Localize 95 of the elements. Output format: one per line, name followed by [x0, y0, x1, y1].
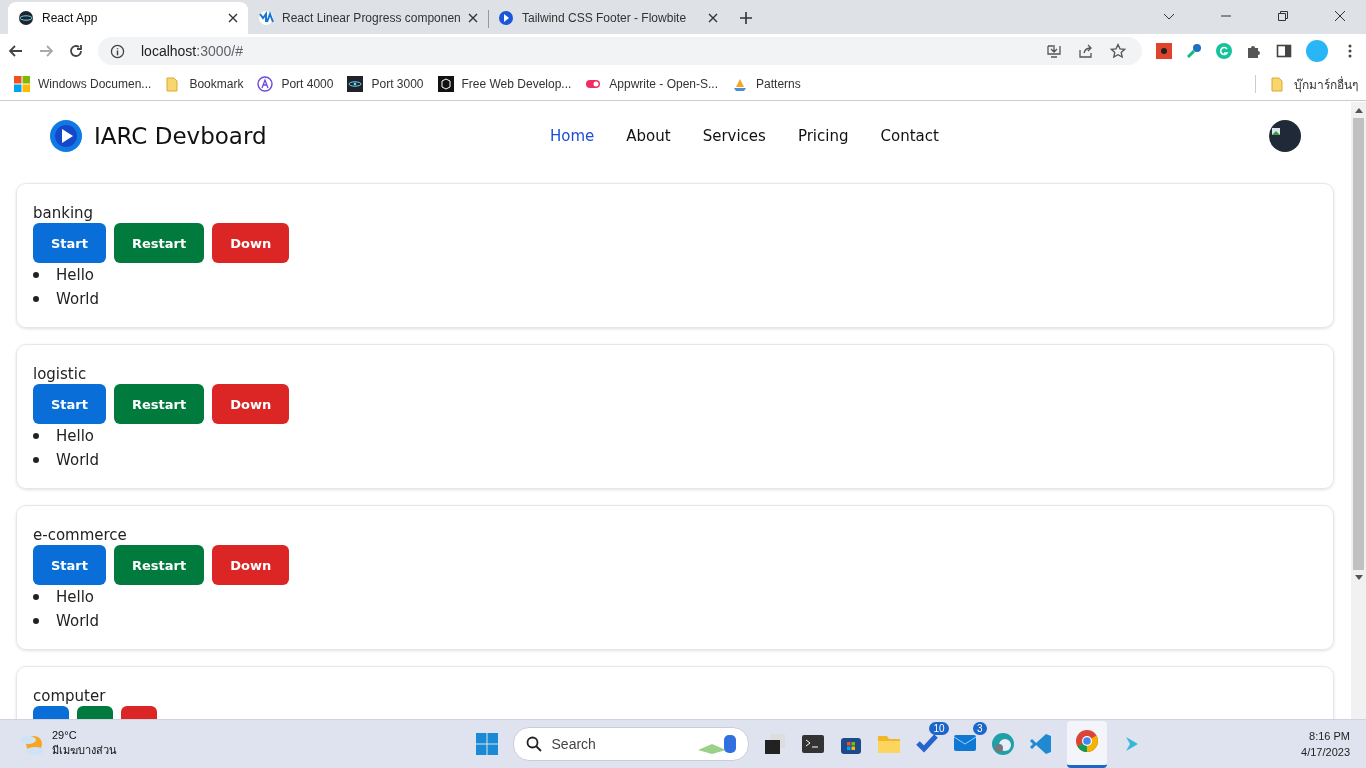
other-bookmarks-item[interactable]: บุ๊กมาร์กอื่นๆ [1270, 74, 1358, 94]
chrome-icon [1074, 728, 1099, 753]
list-item: Hello [56, 427, 95, 445]
key-icon[interactable] [1186, 43, 1202, 59]
list-item: World [56, 290, 99, 308]
bookmark-favicon-icon [347, 76, 364, 92]
notification-badge: 10 [929, 722, 949, 735]
bookmark-label: Free Web Develop... [461, 77, 572, 91]
start-button[interactable]: Start [33, 545, 106, 585]
restart-button[interactable]: Restart [114, 223, 205, 263]
bookmark-item[interactable]: Port 3000 [347, 76, 424, 92]
edge-browser-icon[interactable] [990, 732, 1015, 756]
terminal-icon[interactable] [800, 732, 825, 756]
bookmark-favicon-icon [257, 76, 274, 92]
task-view-icon[interactable] [762, 732, 787, 756]
scrollbar-thumb[interactable] [1353, 118, 1364, 570]
restore-icon[interactable] [1277, 10, 1289, 22]
scroll-up-icon[interactable] [1354, 107, 1363, 113]
clock-time: 8:16 PM [1309, 730, 1350, 742]
browser-tab[interactable]: Tailwind CSS Footer - Flowbite [488, 2, 728, 34]
tab-title: React App [42, 11, 99, 25]
tab-title: Tailwind CSS Footer - Flowbite [522, 11, 688, 25]
close-icon[interactable] [468, 13, 478, 23]
service-name: computer [33, 686, 107, 706]
chrome-taskbar-button[interactable] [1066, 720, 1107, 768]
extension-icon[interactable] [1156, 43, 1172, 59]
restart-button[interactable]: Restart [114, 384, 205, 424]
service-name: e-commerce [33, 525, 128, 545]
scrollbar[interactable] [1351, 102, 1366, 719]
code-editor-icon[interactable] [1028, 732, 1053, 756]
close-icon[interactable] [708, 13, 718, 23]
puzzle-icon[interactable] [1246, 43, 1262, 59]
nav-link[interactable]: About [626, 127, 671, 145]
start-button[interactable]: Start [33, 384, 106, 424]
bookmark-favicon-icon [14, 76, 30, 92]
bookmark-favicon-icon [437, 76, 454, 92]
list-item: Hello [56, 588, 95, 606]
list-item: World [56, 612, 99, 630]
list-item: World [56, 451, 99, 469]
bookmark-label: Windows Documen... [38, 77, 152, 91]
side-panel-icon[interactable] [1276, 43, 1292, 59]
down-button[interactable]: Down [212, 223, 290, 263]
bookmark-item[interactable]: Port 4000 [257, 76, 334, 92]
service-name: banking [33, 203, 95, 223]
nav-link[interactable]: Contact [880, 127, 939, 145]
bookmark-label: บุ๊กมาร์กอื่นๆ [1294, 75, 1358, 94]
nav-link[interactable]: Home [550, 127, 595, 145]
user-avatar-icon[interactable] [1269, 120, 1301, 152]
share-icon[interactable] [1078, 43, 1094, 59]
bookmark-label: Patterns [756, 77, 801, 91]
bookmark-item[interactable]: Bookmark [165, 76, 244, 92]
new-tab-icon[interactable] [740, 12, 752, 24]
down-button[interactable]: Down [212, 384, 290, 424]
search-placeholder: Search [551, 736, 597, 752]
bookmark-item[interactable]: Windows Documen... [14, 76, 152, 92]
back-icon[interactable] [8, 43, 24, 59]
tab-favicon-icon [18, 10, 34, 26]
bookmark-item[interactable]: Appwrite - Open-S... [585, 76, 719, 92]
tab-title: React Linear Progress componen [282, 11, 460, 25]
play-logo-icon [50, 120, 82, 152]
browser-tab[interactable]: React App [8, 2, 248, 34]
bookmark-label: Bookmark [189, 77, 244, 91]
nav-link[interactable]: Services [702, 127, 766, 145]
bookmark-item[interactable]: Free Web Develop... [437, 76, 572, 92]
url-text: localhost:3000/# [141, 43, 243, 59]
bookmark-label: Appwrite - Open-S... [609, 77, 719, 91]
install-icon[interactable] [1046, 43, 1062, 59]
down-button[interactable]: Down [212, 545, 290, 585]
list-item: Hello [56, 266, 95, 284]
nav-link[interactable]: Pricing [797, 127, 849, 145]
browser-tab[interactable]: React Linear Progress componen [248, 2, 488, 34]
star-icon[interactable] [1110, 43, 1126, 59]
windows-start-icon[interactable] [474, 732, 499, 756]
clock-date: 4/17/2023 [1301, 746, 1350, 758]
address-bar[interactable]: localhost:3000/# [98, 37, 1142, 65]
info-icon[interactable] [110, 43, 125, 59]
tab-favicon-icon [258, 10, 274, 26]
scroll-down-icon[interactable] [1354, 575, 1363, 581]
restart-button[interactable]: Restart [114, 545, 205, 585]
bookmark-item[interactable]: Patterns [732, 76, 801, 92]
temperature: 29°C [52, 729, 78, 741]
start-button[interactable]: Start [33, 223, 106, 263]
service-name: logistic [33, 364, 88, 384]
site-title[interactable]: IARC Devboard [94, 123, 267, 149]
search-icon [525, 736, 542, 752]
bookmark-label: Port 3000 [371, 77, 424, 91]
taskbar-search-field[interactable]: Search [512, 727, 749, 761]
close-icon[interactable] [1334, 10, 1346, 22]
reload-icon[interactable] [68, 43, 84, 59]
close-icon[interactable] [228, 13, 238, 23]
folder-icon [1270, 76, 1286, 92]
tab-favicon-icon [498, 10, 514, 26]
weather-condition: มีเมฆบางส่วน [52, 743, 117, 758]
bookmark-label: Port 4000 [281, 77, 334, 91]
notification-badge: 3 [972, 722, 987, 735]
